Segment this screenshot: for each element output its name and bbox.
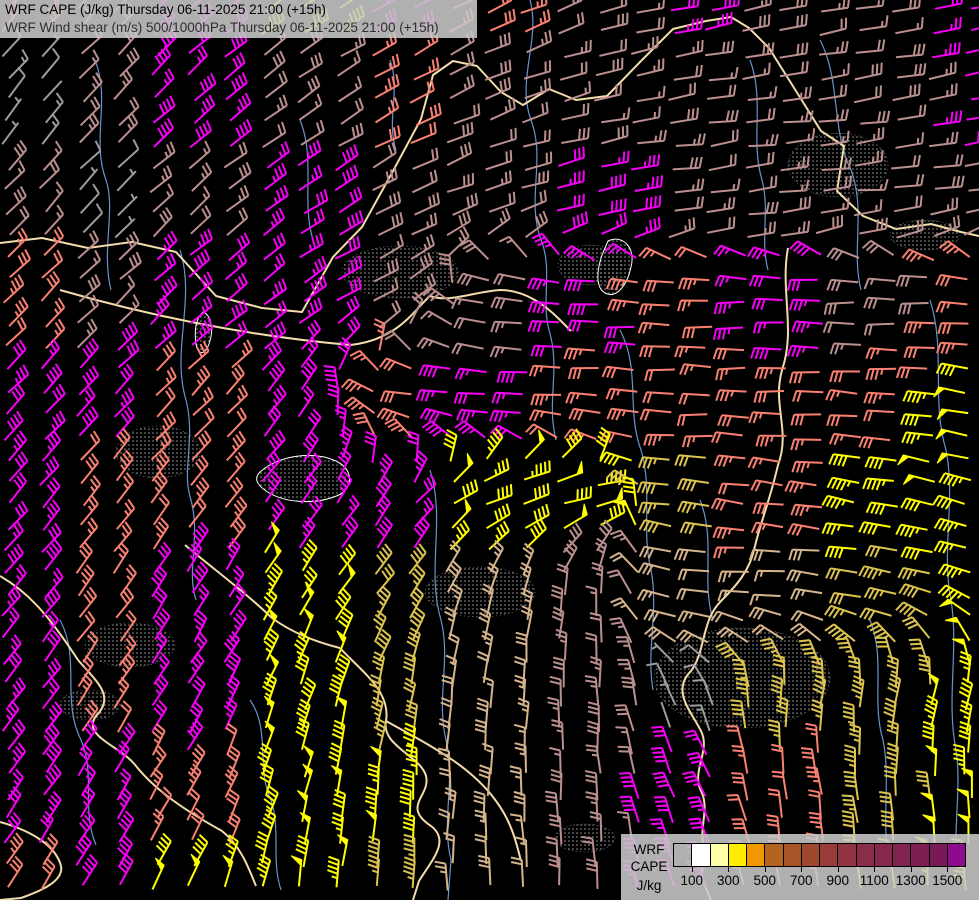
title-line-cape: WRF CAPE (J/kg) Thursday 06-11-2025 21:0… [5, 2, 327, 17]
legend-tick [837, 866, 839, 872]
legend-panel: WRF CAPE J/kg 100 300 500 700 900 1100 1300 150… [621, 834, 979, 900]
legend-tick [801, 866, 803, 872]
title-line-shear: WRF Wind shear (m/s) 500/1000hPa Thursda… [5, 20, 439, 35]
legend-tick-label: 1500 [932, 873, 963, 888]
weather-map-stage: WRF CAPE (J/kg) Thursday 06-11-2025 21:0… [0, 0, 979, 900]
legend-color-box [783, 844, 802, 866]
legend-color-box [874, 844, 893, 866]
legend-color-box [893, 844, 912, 866]
legend-tick [691, 866, 693, 872]
legend-color-box [911, 844, 930, 866]
legend-color-box [820, 844, 839, 866]
legend-color-box [765, 844, 784, 866]
terrain-stipple [424, 566, 536, 618]
legend-color-box [856, 844, 875, 866]
legend-tick [947, 866, 949, 872]
map-canvas [0, 0, 979, 900]
legend-color-box [728, 844, 747, 866]
legend-color-box [692, 844, 711, 866]
legend-color-box [674, 844, 693, 866]
title-panel: WRF CAPE (J/kg) Thursday 06-11-2025 21:0… [0, 0, 477, 38]
legend-color-box [838, 844, 857, 866]
legend-color-box [929, 844, 948, 866]
legend-color-box [947, 844, 965, 866]
legend-tick [910, 866, 912, 872]
legend-tick [874, 866, 876, 872]
legend-colorbar [673, 843, 966, 867]
legend-color-box [747, 844, 766, 866]
legend-tick [728, 866, 730, 872]
legend-color-box [801, 844, 820, 866]
legend-tick [764, 866, 766, 872]
legend-label-wrf: WRF [633, 842, 665, 857]
legend-color-box [710, 844, 729, 866]
legend-label-unit: J/kg [636, 878, 662, 893]
legend-label-cape: CAPE [630, 859, 668, 874]
